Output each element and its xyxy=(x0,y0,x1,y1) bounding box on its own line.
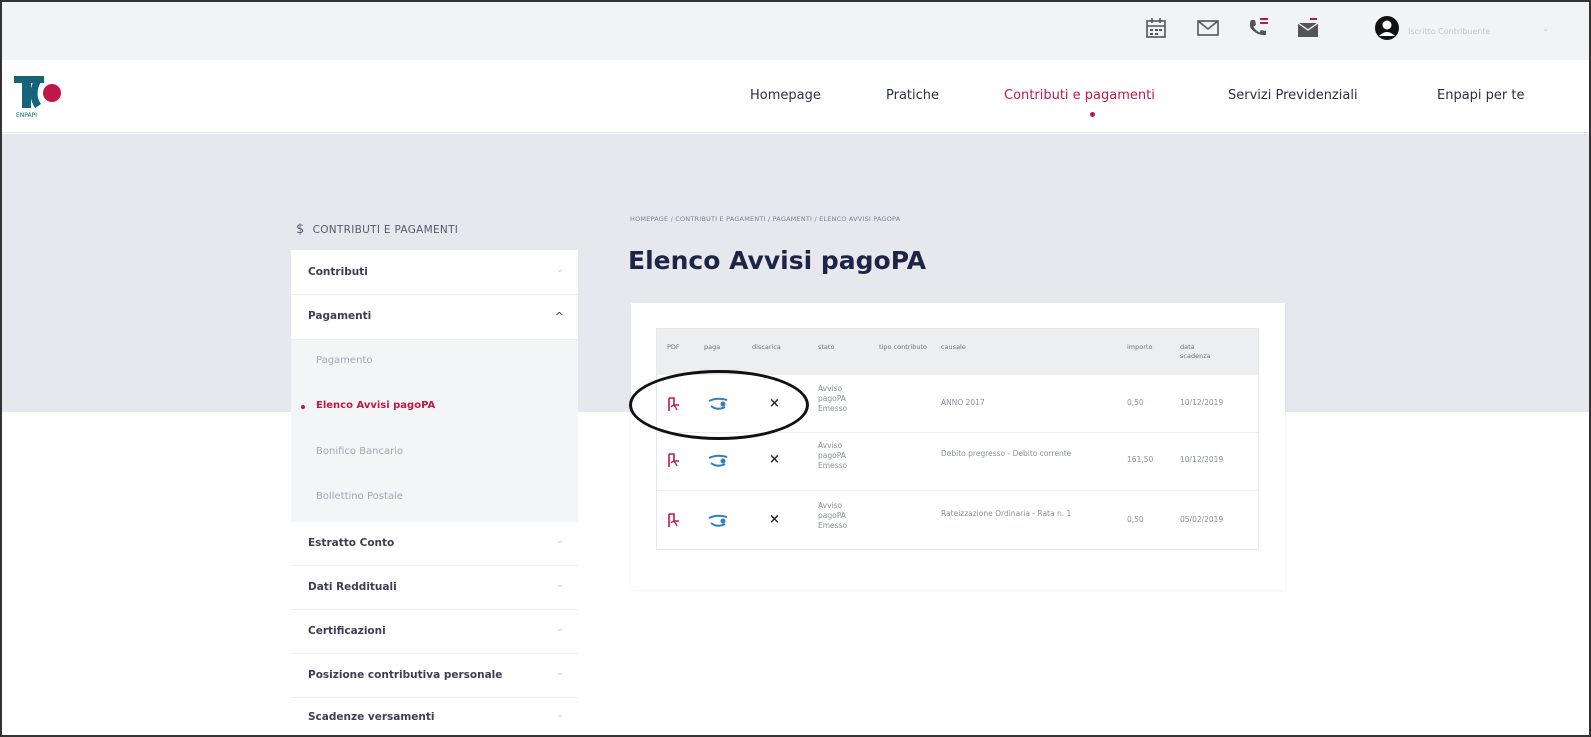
pdf-icon[interactable] xyxy=(667,513,681,529)
discarica-x-icon[interactable]: × xyxy=(769,452,780,467)
sidebar-item-posizione-contributiva-personale[interactable]: Posizione contributiva personale ⌄ xyxy=(291,654,578,698)
column-header-pdf: PDF xyxy=(667,343,680,351)
cell-scadenza: 10/12/2019 xyxy=(1180,398,1224,407)
sidebar-item-certificazioni[interactable]: Certificazioni ⌄ xyxy=(291,610,578,654)
chevron-down-icon: ⌄ xyxy=(555,623,564,634)
calendar-icon[interactable] xyxy=(1144,16,1168,40)
sidebar-item-label: Estratto Conto xyxy=(308,537,395,549)
phone-notification-icon[interactable] xyxy=(1246,16,1270,40)
avvisi-table: PDF paga discarica stato tipo contributo… xyxy=(656,328,1259,550)
breadcrumb[interactable]: HOMEPAGE / CONTRIBUTI E PAGAMENTI / PAGA… xyxy=(630,215,900,223)
message-inbox-icon[interactable] xyxy=(1296,16,1320,40)
user-avatar-icon[interactable] xyxy=(1374,15,1400,41)
sidebar-item-label: Pagamenti xyxy=(308,310,372,322)
cell-scadenza: 10/12/2019 xyxy=(1180,455,1224,464)
column-header-importo: importo xyxy=(1127,343,1153,351)
table-row: × Avviso pagoPA Emesso Rateizzazione Ord… xyxy=(657,491,1258,549)
chevron-down-icon: ⌄ xyxy=(555,709,564,720)
sidebar-item-label: Posizione contributiva personale xyxy=(308,669,503,681)
cell-importo: 0,50 xyxy=(1127,515,1144,524)
column-header-discarica: discarica xyxy=(752,343,781,351)
pay-icon[interactable] xyxy=(707,454,729,468)
active-submenu-bullet xyxy=(301,405,305,409)
sidebar-heading: $ CONTRIBUTI E PAGAMENTI xyxy=(296,222,458,237)
active-nav-indicator xyxy=(1090,112,1095,117)
logo-text: ENPAPI xyxy=(16,112,37,119)
sidebar-item-estratto-conto[interactable]: Estratto Conto ⌄ xyxy=(291,522,578,566)
enpapi-logo[interactable]: ENPAPI xyxy=(14,70,68,120)
mail-icon[interactable] xyxy=(1196,16,1220,40)
dollar-icon: $ xyxy=(296,222,305,237)
sidebar-heading-label: CONTRIBUTI E PAGAMENTI xyxy=(312,224,459,236)
table-row: × Avviso pagoPA Emesso Debito pregresso … xyxy=(657,433,1258,491)
sidebar-item-scadenze-versamenti[interactable]: Scadenze versamenti ⌄ xyxy=(291,698,578,735)
submenu-item-bollettino-postale[interactable]: Bollettino Postale xyxy=(316,491,403,502)
cell-causale: Debito pregresso - Debito corrente xyxy=(941,449,1072,458)
cell-causale: ANNO 2017 xyxy=(941,398,985,407)
submenu-item-elenco-avvisi-pagopa[interactable]: Elenco Avvisi pagoPA xyxy=(316,400,435,411)
sidebar-item-label: Scadenze versamenti xyxy=(308,711,435,723)
cell-importo: 161,50 xyxy=(1127,455,1154,464)
user-menu-chevron-icon[interactable]: ⌄ xyxy=(1542,24,1550,34)
column-header-paga: paga xyxy=(704,343,721,351)
column-header-stato: stato xyxy=(818,343,835,351)
sidebar-item-dati-reddituali[interactable]: Dati Reddituali ⌄ xyxy=(291,566,578,610)
column-header-causale: causale xyxy=(941,343,966,351)
cell-importo: 0,50 xyxy=(1127,398,1144,407)
nav-item-enpapi-per-te[interactable]: Enpapi per te xyxy=(1437,88,1525,103)
sidebar-item-label: Contributi xyxy=(308,266,368,278)
chevron-up-icon: ^ xyxy=(554,310,564,323)
utility-bar xyxy=(2,2,1589,60)
pagamenti-submenu: Pagamento Elenco Avvisi pagoPA Bonifico … xyxy=(291,340,578,522)
nav-item-pratiche[interactable]: Pratiche xyxy=(886,88,939,103)
nav-item-servizi-previdenziali[interactable]: Servizi Previdenziali xyxy=(1228,88,1358,103)
sidebar-item-pagamenti[interactable]: Pagamenti ^ xyxy=(291,295,578,340)
chevron-down-icon: ⌄ xyxy=(555,264,564,275)
column-header-tipo-contributo: tipo contributo xyxy=(879,343,927,351)
chevron-down-icon: ⌄ xyxy=(555,667,564,678)
chevron-down-icon: ⌄ xyxy=(555,579,564,590)
submenu-item-pagamento[interactable]: Pagamento xyxy=(316,355,372,366)
pdf-icon[interactable] xyxy=(667,453,681,469)
sidebar-item-label: Dati Reddituali xyxy=(308,581,397,593)
column-header-data-scadenza: data scadenza xyxy=(1180,343,1211,360)
sidebar-item-contributi[interactable]: Contributi ⌄ xyxy=(291,250,578,295)
cell-scadenza: 05/02/2019 xyxy=(1180,515,1224,524)
user-name[interactable]: Iscritto Contribuente xyxy=(1408,27,1491,36)
cell-stato: Avviso pagoPA Emesso xyxy=(818,384,848,413)
table-header: PDF paga discarica stato tipo contributo… xyxy=(657,329,1258,375)
submenu-item-bonifico-bancario[interactable]: Bonifico Bancario xyxy=(316,446,403,457)
annotation-ellipse xyxy=(629,370,809,440)
pay-icon[interactable] xyxy=(707,514,729,528)
nav-item-contributi-e-pagamenti[interactable]: Contributi e pagamenti xyxy=(1004,88,1155,103)
discarica-x-icon[interactable]: × xyxy=(769,512,780,527)
cell-stato: Avviso pagoPA Emesso xyxy=(818,441,848,470)
cell-stato: Avviso pagoPA Emesso xyxy=(818,501,848,530)
sidebar-item-label: Certificazioni xyxy=(308,625,386,637)
page-title: Elenco Avvisi pagoPA xyxy=(628,246,927,275)
nav-item-homepage[interactable]: Homepage xyxy=(750,88,821,103)
cell-causale: Rateizzazione Ordinaria - Rata n. 1 xyxy=(941,509,1072,518)
chevron-down-icon: ⌄ xyxy=(555,535,564,546)
